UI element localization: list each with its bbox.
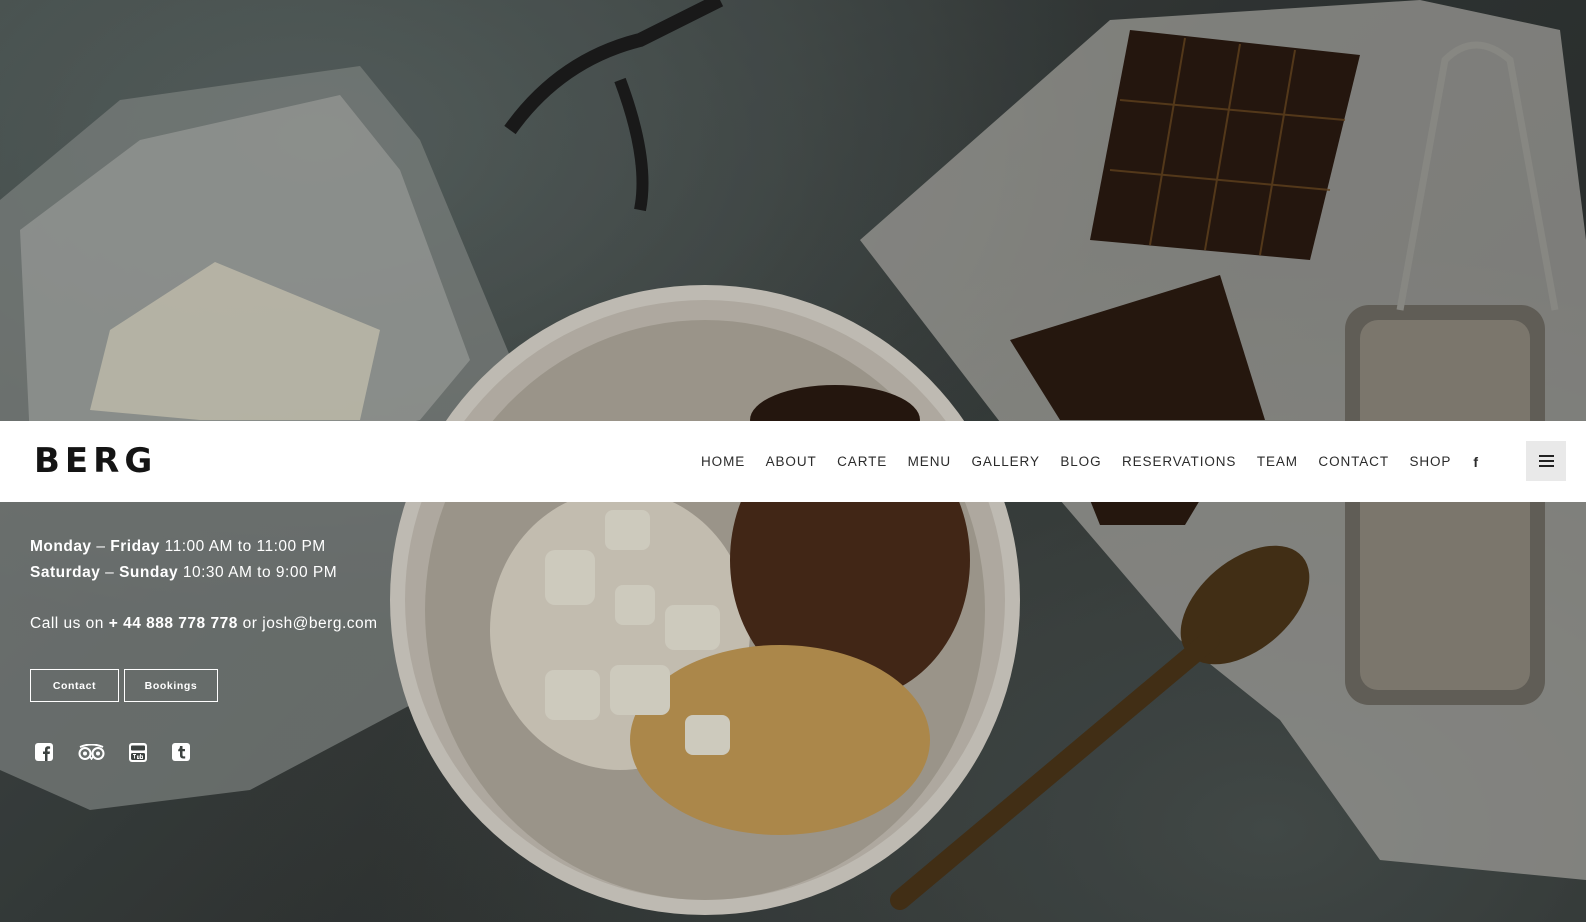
nav-item-carte[interactable]: CARTE: [837, 454, 887, 469]
hours-weekend: Saturday – Sunday 10:30 AM to 9:00 PM: [30, 560, 337, 586]
nav-item-menu[interactable]: MENU: [908, 454, 951, 469]
nav-item-contact[interactable]: CONTACT: [1318, 454, 1389, 469]
nav-item-blog[interactable]: BLOG: [1060, 454, 1101, 469]
hours-weekend-sep: –: [100, 564, 120, 581]
nav-item-reservations[interactable]: RESERVATIONS: [1122, 454, 1236, 469]
hours-weekday: Monday – Friday 11:00 AM to 11:00 PM: [30, 534, 337, 560]
main-nav: HOME ABOUT CARTE MENU GALLERY BLOG RESER…: [681, 421, 1478, 502]
hamburger-icon: [1538, 455, 1554, 467]
opening-hours: Monday – Friday 11:00 AM to 11:00 PM Sat…: [30, 534, 337, 586]
contact-button[interactable]: Contact: [30, 669, 119, 702]
contact-line: Call us on + 44 888 778 778 or josh@berg…: [30, 615, 378, 633]
social-links: [34, 742, 214, 762]
action-buttons: Contact Bookings: [30, 669, 218, 702]
hours-weekend-end: Sunday: [119, 564, 179, 581]
phone-link[interactable]: + 44 888 778 778: [109, 615, 238, 632]
hamburger-menu-button[interactable]: [1526, 441, 1566, 481]
nav-item-about[interactable]: ABOUT: [766, 454, 817, 469]
hours-weekend-start: Saturday: [30, 564, 101, 581]
contact-or: or: [237, 615, 263, 632]
hours-weekend-times: 10:30 AM to 9:00 PM: [182, 564, 338, 581]
hours-weekday-times: 11:00 AM to 11:00 PM: [164, 538, 326, 555]
nav-item-gallery[interactable]: GALLERY: [972, 454, 1040, 469]
youtube-icon[interactable]: [128, 742, 148, 762]
nav-item-team[interactable]: TEAM: [1257, 454, 1298, 469]
contact-prefix: Call us on: [30, 615, 109, 632]
hours-weekday-start: Monday: [30, 538, 92, 555]
hours-weekday-sep: –: [91, 538, 111, 555]
nav-item-shop[interactable]: SHOP: [1409, 454, 1451, 469]
site-logo[interactable]: BERG: [34, 441, 158, 481]
bookings-button[interactable]: Bookings: [124, 669, 218, 702]
hours-weekday-end: Friday: [110, 538, 160, 555]
site-header: BERG HOME ABOUT CARTE MENU GALLERY BLOG …: [0, 421, 1586, 502]
facebook-icon[interactable]: f: [1473, 454, 1478, 470]
facebook-icon[interactable]: [34, 742, 54, 762]
email-link[interactable]: josh@berg.com: [262, 615, 377, 632]
tumblr-icon[interactable]: [171, 742, 191, 762]
tripadvisor-icon[interactable]: [77, 742, 105, 762]
nav-item-home[interactable]: HOME: [701, 454, 745, 469]
logo-text: BERG: [34, 441, 158, 481]
